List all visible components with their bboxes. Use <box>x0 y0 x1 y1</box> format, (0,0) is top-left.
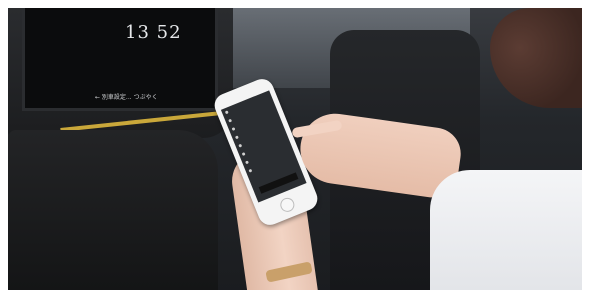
seatback-tablet: 13 52 ← 別車設定... つぶやく <box>22 8 218 111</box>
woman-hair <box>490 8 590 108</box>
menu-icon <box>224 110 229 115</box>
menu-icon <box>234 135 239 140</box>
phone-cta-button <box>258 172 299 194</box>
menu-icon <box>248 168 253 173</box>
menu-icon <box>245 160 249 165</box>
home-button <box>278 195 297 214</box>
image-border <box>0 0 8 296</box>
menu-icon <box>228 118 233 123</box>
tablet-footer-text: ← 別車設定... つぶやく <box>95 94 158 101</box>
image-border <box>0 290 590 296</box>
menu-icon <box>241 152 246 156</box>
menu-icon <box>231 127 236 131</box>
tablet-clock: 13 52 <box>125 22 182 43</box>
menu-icon <box>238 143 243 148</box>
image-border <box>0 0 590 8</box>
image-border <box>582 0 590 296</box>
seat-back <box>8 130 218 290</box>
photo-scene: 13 52 ← 別車設定... つぶやく <box>0 0 590 296</box>
white-sleeve <box>430 170 590 296</box>
